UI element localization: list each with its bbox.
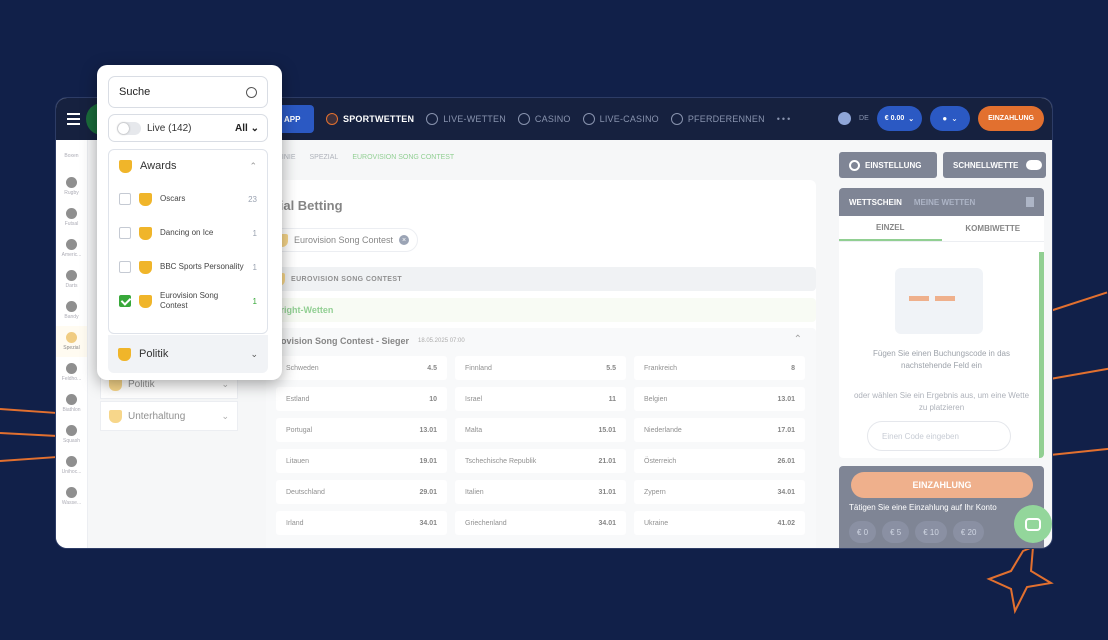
awards-group: Awards ⌃ Oscars 23 Dancing on Ice 1 BBC Sport… (108, 149, 268, 334)
award-label: Oscars (160, 194, 186, 203)
decor-line (0, 408, 60, 415)
globe-icon[interactable] (838, 112, 852, 125)
user-icon: ● (942, 114, 948, 123)
nav-live-wetten[interactable]: LIVE-WETTEN (426, 113, 506, 125)
user-button[interactable]: ● ⌄ (930, 106, 971, 131)
header-right: DE € 0.00 ⌄ ● ⌄ EINZAHLUNG (838, 106, 1044, 131)
deposit-button[interactable]: EINZAHLUNG (978, 106, 1044, 131)
award-count: 23 (248, 194, 257, 204)
checkbox[interactable] (119, 227, 131, 239)
decor-line (1049, 367, 1108, 380)
trophy-icon (139, 192, 152, 206)
nav-casino[interactable]: CASINO (517, 113, 571, 125)
group-label: Politik (139, 348, 169, 360)
all-dropdown[interactable]: All ⌄ (235, 123, 259, 134)
chevron-down-icon: ⌄ (250, 348, 258, 359)
award-item[interactable]: Dancing on Ice 1 (109, 216, 267, 250)
trophy-icon (139, 226, 152, 240)
soccer-ball-icon (326, 113, 338, 125)
award-item[interactable]: BBC Sports Personality 1 (109, 250, 267, 284)
live-toggle[interactable] (117, 121, 141, 135)
balance-button[interactable]: € 0.00 ⌄ (876, 106, 923, 131)
casino-chip-icon (517, 113, 530, 125)
award-count: 1 (252, 262, 257, 272)
main-nav: SPORTWETTEN LIVE-WETTEN CASINO LIVE-CASI… (326, 98, 792, 140)
horse-icon (670, 113, 683, 125)
decor-line (0, 455, 60, 462)
all-label: All (235, 122, 248, 134)
chevron-down-icon: ⌄ (250, 122, 259, 134)
live-filter[interactable]: Live (142) All ⌄ (108, 114, 268, 142)
trophy-icon (118, 347, 131, 361)
live-icon (426, 113, 439, 125)
chevron-up-icon: ⌃ (249, 160, 257, 171)
award-label: BBC Sports Personality (160, 262, 244, 271)
nav-label: SPORTWETTEN (343, 114, 415, 124)
chevron-down-icon: ⌄ (951, 114, 958, 123)
decor-line (1049, 291, 1108, 312)
award-item[interactable]: Oscars 23 (109, 182, 267, 216)
nav-pferderennen[interactable]: PFERDERENNEN (670, 113, 765, 125)
nav-sportwetten[interactable]: SPORTWETTEN (326, 113, 414, 125)
search-icon[interactable] (246, 86, 257, 98)
checkbox[interactable] (119, 193, 131, 205)
star-decoration (986, 545, 1054, 615)
nav-label: LIVE-WETTEN (443, 114, 506, 124)
nav-label: PFERDERENNEN (687, 114, 765, 124)
checkbox[interactable] (119, 295, 131, 307)
chevron-down-icon: ⌄ (908, 115, 915, 123)
balance-value: € 0.00 (884, 115, 905, 122)
language-label[interactable]: DE (859, 115, 869, 122)
more-menu[interactable]: ••• (777, 114, 792, 124)
award-subitems: Oscars 23 Dancing on Ice 1 BBC Sports Person… (109, 182, 267, 318)
decor-line (0, 432, 60, 438)
nav-label: CASINO (534, 114, 571, 124)
award-count: 1 (252, 296, 257, 306)
decor-line (1049, 447, 1108, 456)
category-filter-popup: Suche Live (142) All ⌄ Awards ⌃ Oscars 23 D… (97, 65, 282, 380)
group-label: Awards (140, 160, 177, 172)
politik-group-header[interactable]: Politik ⌄ (108, 335, 268, 373)
nav-label: LIVE-CASINO (599, 114, 659, 124)
checkbox[interactable] (119, 261, 131, 273)
award-count: 1 (252, 228, 257, 238)
award-item[interactable]: Eurovision Song Contest 1 (109, 284, 267, 318)
cards-icon (582, 113, 595, 125)
search-input[interactable]: Suche (108, 76, 268, 108)
menu-icon[interactable] (58, 113, 88, 125)
trophy-icon (139, 260, 152, 274)
trophy-icon (139, 294, 152, 308)
award-label: Eurovision Song Contest (160, 291, 219, 310)
search-placeholder: Suche (119, 86, 151, 98)
nav-live-casino[interactable]: LIVE-CASINO (582, 113, 659, 125)
app-button[interactable]: APP (278, 105, 314, 133)
awards-group-header[interactable]: Awards ⌃ (109, 150, 267, 182)
award-label: Dancing on Ice (160, 228, 214, 237)
live-label: Live (142) (147, 122, 192, 134)
trophy-icon (119, 159, 132, 173)
